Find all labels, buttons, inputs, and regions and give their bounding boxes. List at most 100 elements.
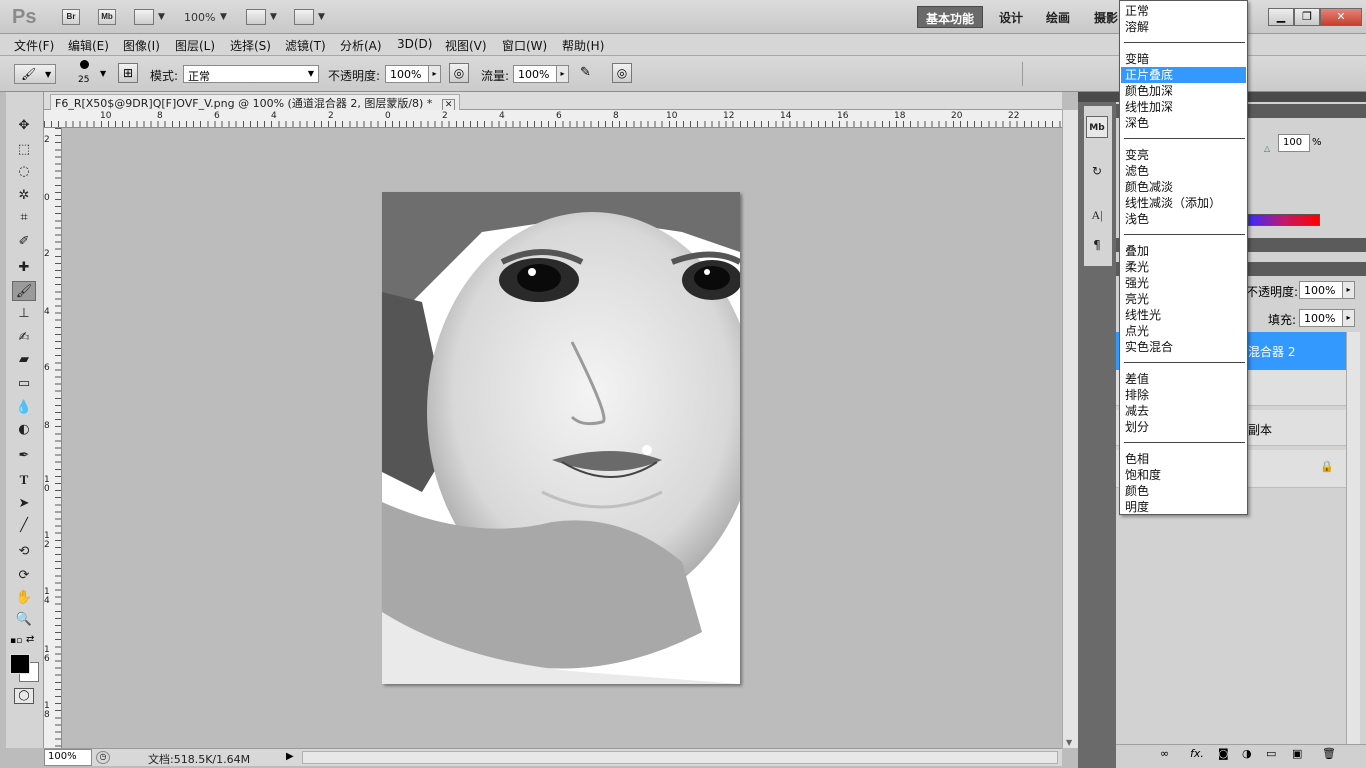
- flow-slider-button[interactable]: ▸: [556, 65, 569, 83]
- blend-mode-option[interactable]: 正常: [1121, 3, 1246, 19]
- zoom-level[interactable]: 100%: [184, 11, 215, 24]
- blend-mode-option[interactable]: 减去: [1121, 403, 1246, 419]
- arrange-documents-icon[interactable]: [246, 9, 266, 25]
- layers-opacity-field[interactable]: 100%: [1299, 281, 1343, 299]
- status-zoom-field[interactable]: 100%: [44, 749, 92, 766]
- paragraph-panel-icon[interactable]: ¶: [1086, 234, 1108, 256]
- move-tool-icon[interactable]: ✥: [12, 116, 36, 136]
- quick-mask-icon[interactable]: ◯: [14, 688, 34, 704]
- blend-mode-option[interactable]: 饱和度: [1121, 467, 1246, 483]
- layers-opacity-slider-button[interactable]: ▸: [1342, 281, 1355, 299]
- blur-tool-icon[interactable]: 💧: [12, 398, 36, 418]
- blend-mode-option[interactable]: 溶解: [1121, 19, 1246, 35]
- zoom-tool-icon[interactable]: 🔍: [12, 610, 36, 630]
- document-image[interactable]: [382, 192, 740, 684]
- tablet-pressure-opacity-icon[interactable]: ◎: [449, 63, 469, 83]
- minimize-button[interactable]: ▁: [1268, 8, 1294, 26]
- blend-mode-option[interactable]: 颜色加深: [1121, 83, 1246, 99]
- marquee-tool-icon[interactable]: ⬚: [12, 140, 36, 160]
- horizontal-scrollbar[interactable]: [302, 751, 1058, 764]
- pen-tool-icon[interactable]: ✒: [12, 446, 36, 466]
- tool-preset-picker[interactable]: 🖌 ▼: [14, 64, 56, 84]
- hand-tool-icon[interactable]: ✋: [12, 588, 36, 608]
- adjustment-layer-icon[interactable]: ◑: [1242, 747, 1252, 760]
- menu-select[interactable]: 选择(S): [230, 37, 271, 54]
- quick-selection-tool-icon[interactable]: ✲: [12, 186, 36, 206]
- blend-mode-option[interactable]: 亮光: [1121, 291, 1246, 307]
- gradient-tool-icon[interactable]: ▭: [12, 374, 36, 394]
- blend-mode-option[interactable]: 变亮: [1121, 147, 1246, 163]
- chevron-down-icon[interactable]: ▼: [220, 12, 227, 22]
- 3d-orbit-tool-icon[interactable]: ⟳: [12, 566, 36, 586]
- menu-3d[interactable]: 3D(D): [397, 37, 432, 51]
- menu-layer[interactable]: 图层(L): [175, 37, 215, 54]
- clone-stamp-tool-icon[interactable]: ⊥: [12, 304, 36, 324]
- foreground-color-swatch[interactable]: [10, 654, 30, 674]
- menu-analysis[interactable]: 分析(A): [340, 37, 382, 54]
- blend-mode-option[interactable]: 深色: [1121, 115, 1246, 131]
- history-brush-tool-icon[interactable]: ✍: [12, 328, 36, 348]
- blend-mode-option[interactable]: 差值: [1121, 371, 1246, 387]
- fill-slider-button[interactable]: ▸: [1342, 309, 1355, 327]
- new-group-icon[interactable]: ▭: [1266, 747, 1276, 760]
- trash-icon[interactable]: 🗑: [1322, 747, 1336, 760]
- path-selection-tool-icon[interactable]: ➤: [12, 494, 36, 514]
- document-tab[interactable]: F6_R[X50$@9DR]Q[F]OVF_V.png @ 100% (通道混合…: [50, 94, 461, 111]
- layer-style-icon[interactable]: fx.: [1190, 747, 1204, 760]
- status-menu-arrow-icon[interactable]: ▶: [286, 751, 294, 762]
- icon-strip-header[interactable]: [1078, 92, 1116, 102]
- menu-image[interactable]: 图像(I): [123, 37, 160, 54]
- link-layers-icon[interactable]: ∞: [1160, 747, 1169, 760]
- menu-view[interactable]: 视图(V): [445, 37, 487, 54]
- brush-panel-toggle-icon[interactable]: ⊞: [118, 63, 138, 83]
- bridge-button[interactable]: Br: [62, 9, 80, 25]
- menu-edit[interactable]: 编辑(E): [68, 37, 109, 54]
- opacity-slider-button[interactable]: ▸: [428, 65, 441, 83]
- default-colors-icon[interactable]: ▪▫: [10, 636, 22, 646]
- crop-tool-icon[interactable]: ⌗: [12, 208, 36, 228]
- menu-window[interactable]: 窗口(W): [502, 37, 547, 54]
- status-info-icon[interactable]: ◷: [96, 751, 110, 764]
- menu-help[interactable]: 帮助(H): [562, 37, 604, 54]
- blend-mode-option-selected[interactable]: 正片叠底: [1121, 67, 1246, 83]
- blend-mode-option[interactable]: 强光: [1121, 275, 1246, 291]
- blend-mode-option[interactable]: 滤色: [1121, 163, 1246, 179]
- blend-mode-option[interactable]: 柔光: [1121, 259, 1246, 275]
- blend-mode-option[interactable]: 颜色减淡: [1121, 179, 1246, 195]
- vertical-scrollbar[interactable]: ▼: [1062, 110, 1078, 748]
- dodge-tool-icon[interactable]: ◐: [12, 420, 36, 440]
- line-tool-icon[interactable]: ╱: [12, 516, 36, 536]
- history-panel-icon[interactable]: ↻: [1086, 160, 1108, 182]
- scroll-down-arrow-icon[interactable]: ▼: [1066, 738, 1072, 747]
- menu-file[interactable]: 文件(F): [14, 37, 54, 54]
- blend-mode-option[interactable]: 划分: [1121, 419, 1246, 435]
- slider-thumb-icon[interactable]: △: [1264, 144, 1270, 153]
- healing-brush-tool-icon[interactable]: ✚: [12, 258, 36, 278]
- blend-mode-option[interactable]: 明度: [1121, 499, 1246, 515]
- blend-mode-option[interactable]: 颜色: [1121, 483, 1246, 499]
- restore-button[interactable]: ❐: [1294, 8, 1320, 26]
- chevron-down-icon[interactable]: ▼: [158, 12, 165, 22]
- workspace-essentials[interactable]: 基本功能: [917, 6, 984, 28]
- mini-bridge-button[interactable]: Mb: [98, 9, 116, 25]
- blend-mode-option[interactable]: 叠加: [1121, 243, 1246, 259]
- blend-mode-option[interactable]: 线性光: [1121, 307, 1246, 323]
- blend-mode-option[interactable]: 浅色: [1121, 211, 1246, 227]
- chevron-down-icon[interactable]: ▼: [318, 12, 325, 22]
- mode-select[interactable]: 正常 ▼: [183, 65, 319, 83]
- tablet-pressure-size-icon[interactable]: ◎: [612, 63, 632, 83]
- blend-mode-option[interactable]: 排除: [1121, 387, 1246, 403]
- workspace-design[interactable]: 设计: [991, 6, 1031, 28]
- add-mask-icon[interactable]: ◙: [1218, 747, 1229, 760]
- chevron-down-icon[interactable]: ▼: [270, 12, 277, 22]
- blend-mode-option[interactable]: 点光: [1121, 323, 1246, 339]
- color-slider-value[interactable]: 100: [1278, 134, 1310, 152]
- brush-tool-icon[interactable]: 🖌: [12, 281, 36, 301]
- blend-mode-option[interactable]: 色相: [1121, 451, 1246, 467]
- blend-mode-option[interactable]: 线性加深: [1121, 99, 1246, 115]
- layers-scrollbar[interactable]: [1346, 332, 1360, 744]
- airbrush-icon[interactable]: ✎: [580, 65, 591, 80]
- lasso-tool-icon[interactable]: ◌: [12, 162, 36, 182]
- screen-mode-icon[interactable]: [294, 9, 314, 25]
- color-ramp[interactable]: [1248, 214, 1320, 226]
